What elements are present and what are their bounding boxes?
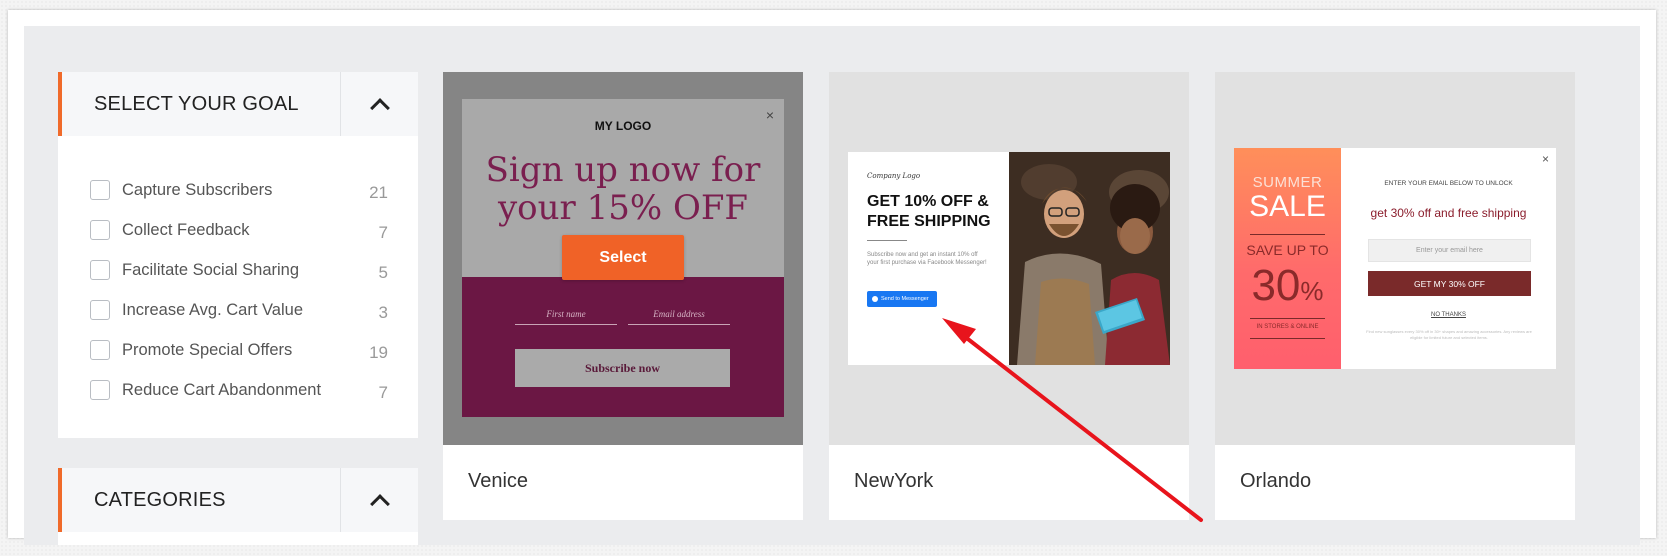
template-card-orlando[interactable]: SUMMER SALE SAVE UP TO 30% IN STORES & O… <box>1215 72 1575 520</box>
goal-label: Capture Subscribers <box>122 180 273 199</box>
template-preview: MY LOGO × Sign up now for your 15% OFF A… <box>443 72 803 445</box>
divider <box>867 240 907 241</box>
goal-label: Promote Special Offers <box>122 340 293 359</box>
goal-checkbox[interactable] <box>90 380 110 400</box>
goal-count: 7 <box>378 223 388 242</box>
orlando-popup-preview: SUMMER SALE SAVE UP TO 30% IN STORES & O… <box>1234 148 1556 369</box>
venice-popup-footer <box>462 277 784 417</box>
categories-panel-title: CATEGORIES <box>94 488 226 511</box>
preview-discount-value: 30% <box>1234 261 1341 311</box>
messenger-button-label: Send to Messenger <box>881 296 929 302</box>
goal-item-increase-cart-value[interactable]: Increase Avg. Cart Value 3 <box>58 290 418 330</box>
preview-summer-text: SUMMER <box>1252 174 1323 191</box>
preview-headline: GET 10% OFF & FREE SHIPPING <box>867 193 991 230</box>
orlando-sale-panel: SUMMER SALE SAVE UP TO 30% IN STORES & O… <box>1234 148 1341 369</box>
messenger-icon <box>872 296 878 302</box>
close-icon: × <box>765 107 774 123</box>
goal-checkbox[interactable] <box>90 340 110 360</box>
chevron-up-icon <box>369 494 390 514</box>
goal-label: Facilitate Social Sharing <box>122 260 300 279</box>
goal-checkbox[interactable] <box>90 300 110 320</box>
divider <box>1250 338 1325 339</box>
goal-label: Collect Feedback <box>122 220 250 239</box>
preview-enter-email-text: ENTER YOUR EMAIL BELOW TO UNLOCK <box>1384 180 1513 187</box>
preview-messenger-button: Send to Messenger <box>867 291 937 307</box>
goal-panel-title: SELECT YOUR GOAL <box>94 92 299 115</box>
goal-count: 21 <box>369 183 388 202</box>
chevron-up-icon <box>369 98 390 118</box>
goal-panel-header[interactable]: SELECT YOUR GOAL <box>58 72 418 136</box>
goal-checkbox[interactable] <box>90 260 110 280</box>
preview-logo: MY LOGO <box>594 119 652 133</box>
template-preview: Company Logo GET 10% OFF & FREE SHIPPING… <box>829 72 1189 445</box>
goal-item-capture-subscribers[interactable]: Capture Subscribers 21 <box>58 170 418 210</box>
goal-count: 5 <box>378 263 388 282</box>
goal-label: Reduce Cart Abandonment <box>122 380 322 399</box>
preview-logo: Company Logo <box>867 172 921 180</box>
preview-body: Subscribe now and get an instant 10% off… <box>867 252 987 266</box>
goal-item-collect-feedback[interactable]: Collect Feedback 7 <box>58 210 418 250</box>
close-icon: × <box>1541 152 1549 166</box>
preview-no-thanks-link: NO THANKS <box>1431 312 1466 318</box>
discount-percent-sign: % <box>1300 276 1324 306</box>
preview-sale-text: SALE <box>1249 190 1326 223</box>
preview-first-name-field: First name <box>515 309 617 325</box>
template-name: NewYork <box>854 470 934 492</box>
preview-save-up-to: SAVE UP TO <box>1246 242 1329 258</box>
template-card-venice[interactable]: MY LOGO × Sign up now for your 15% OFF A… <box>443 72 803 520</box>
preview-offer-text: get 30% off and free shipping <box>1370 206 1527 220</box>
photo-illustration <box>1009 152 1170 365</box>
categories-panel-header[interactable]: CATEGORIES <box>58 468 418 532</box>
barista-photo <box>1009 152 1170 365</box>
select-template-button[interactable]: Select <box>562 235 684 280</box>
categories-panel-collapse-button[interactable] <box>340 468 418 532</box>
goal-checkbox[interactable] <box>90 220 110 240</box>
screenshot-frame: SELECT YOUR GOAL Capture Subscribers 21 … <box>8 10 1656 545</box>
goal-panel-collapse-button[interactable] <box>340 72 418 136</box>
template-gallery: SELECT YOUR GOAL Capture Subscribers 21 … <box>24 26 1640 545</box>
goal-list: Capture Subscribers 21 Collect Feedback … <box>58 136 418 410</box>
preview-email-field: Email address <box>628 309 730 325</box>
discount-number: 30 <box>1251 261 1301 310</box>
preview-subscribe-button: Subscribe now <box>515 349 730 387</box>
divider <box>1250 234 1325 235</box>
preview-fine-print: Find new sunglasses every 30% off in 30+… <box>1366 329 1532 340</box>
newyork-popup-preview: Company Logo GET 10% OFF & FREE SHIPPING… <box>848 152 1170 365</box>
goal-count: 3 <box>378 303 388 322</box>
preview-email-field: Enter your email here <box>1368 239 1531 262</box>
goal-item-facilitate-social-sharing[interactable]: Facilitate Social Sharing 5 <box>58 250 418 290</box>
template-preview: SUMMER SALE SAVE UP TO 30% IN STORES & O… <box>1215 72 1575 445</box>
template-card-newyork[interactable]: Company Logo GET 10% OFF & FREE SHIPPING… <box>829 72 1189 520</box>
preview-headline: Sign up now for your 15% OFF <box>485 150 761 228</box>
goal-checkbox[interactable] <box>90 180 110 200</box>
goal-item-reduce-cart-abandonment[interactable]: Reduce Cart Abandonment 7 <box>58 370 418 410</box>
preview-cta-button: GET MY 30% OFF <box>1368 271 1531 296</box>
goal-filter-panel: SELECT YOUR GOAL Capture Subscribers 21 … <box>58 72 418 438</box>
divider <box>1250 318 1325 319</box>
categories-filter-panel: CATEGORIES <box>58 468 418 545</box>
goal-count: 7 <box>378 383 388 402</box>
goal-count: 19 <box>369 343 388 362</box>
goal-item-promote-special-offers[interactable]: Promote Special Offers 19 <box>58 330 418 370</box>
goal-label: Increase Avg. Cart Value <box>122 300 303 319</box>
template-name: Orlando <box>1240 470 1312 492</box>
preview-stores-text: IN STORES & ONLINE <box>1256 324 1319 330</box>
template-name: Venice <box>468 470 529 492</box>
